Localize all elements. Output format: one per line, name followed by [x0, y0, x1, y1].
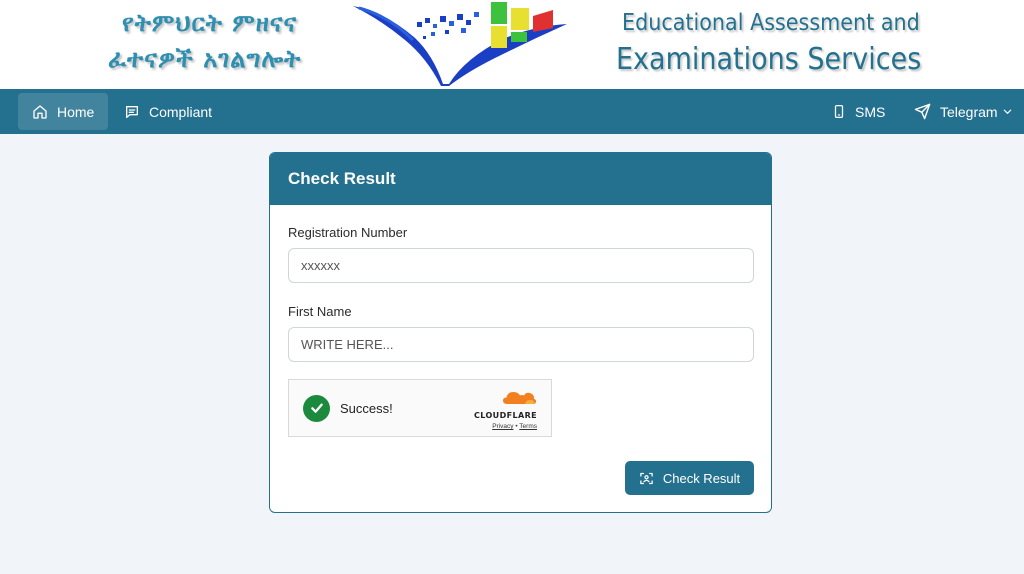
english-title-line2: Examinations Services [616, 42, 922, 77]
nav-compliant[interactable]: Compliant [110, 93, 226, 130]
links-separator: • [515, 423, 518, 430]
nav-sms[interactable]: SMS [818, 93, 899, 130]
cloudflare-cloud-icon [503, 392, 537, 404]
cloudflare-branding: CLOUDFLARE Privacy • Terms [474, 389, 537, 430]
success-check-icon [303, 394, 330, 422]
eaes-logo [353, 2, 567, 86]
privacy-link[interactable]: Privacy [492, 423, 513, 430]
terms-link[interactable]: Terms [519, 423, 537, 430]
captcha-status: Success! [340, 400, 393, 416]
send-icon [914, 103, 931, 120]
amharic-title-line2: ፈተናዎች አገልግሎት [108, 44, 302, 73]
nav-telegram-label: Telegram [940, 103, 998, 120]
check-result-button-label: Check Result [662, 470, 741, 486]
english-title-line1: Educational Assessment and [622, 10, 920, 36]
top-navbar: Home Compliant SMS Telegram [0, 89, 1024, 134]
smartphone-icon [834, 105, 844, 118]
scan-face-icon [640, 472, 653, 484]
nav-sms-label: SMS [855, 103, 886, 120]
nav-telegram-dropdown[interactable]: Telegram [900, 93, 1024, 130]
first-name-label: First Name [288, 304, 352, 319]
header-banner: የትምህርት ምዘናና ፈተናዎች አገልግሎት Educational Ass… [0, 0, 1024, 89]
chevron-down-icon [1003, 109, 1011, 114]
card-title: Check Result [288, 169, 396, 188]
cloudflare-links: Privacy • Terms [474, 423, 537, 430]
check-result-button[interactable]: Check Result [625, 461, 754, 495]
nav-home-label: Home [57, 103, 95, 120]
amharic-title-line1: የትምህርት ምዘናና [122, 8, 298, 37]
card-header: Check Result [270, 153, 771, 205]
cloudflare-wordmark: CLOUDFLARE [474, 411, 537, 420]
first-name-input[interactable] [288, 327, 754, 362]
home-icon [33, 104, 47, 119]
registration-number-input[interactable] [288, 248, 754, 283]
nav-home[interactable]: Home [18, 93, 109, 130]
message-square-icon [126, 105, 138, 118]
registration-number-label: Registration Number [288, 225, 408, 240]
check-result-card: Check Result Registration Number First N… [269, 152, 772, 513]
cloudflare-turnstile-widget[interactable]: Success! CLOUDFLARE Privacy • Terms [288, 379, 552, 437]
nav-compliant-label: Compliant [149, 103, 213, 120]
